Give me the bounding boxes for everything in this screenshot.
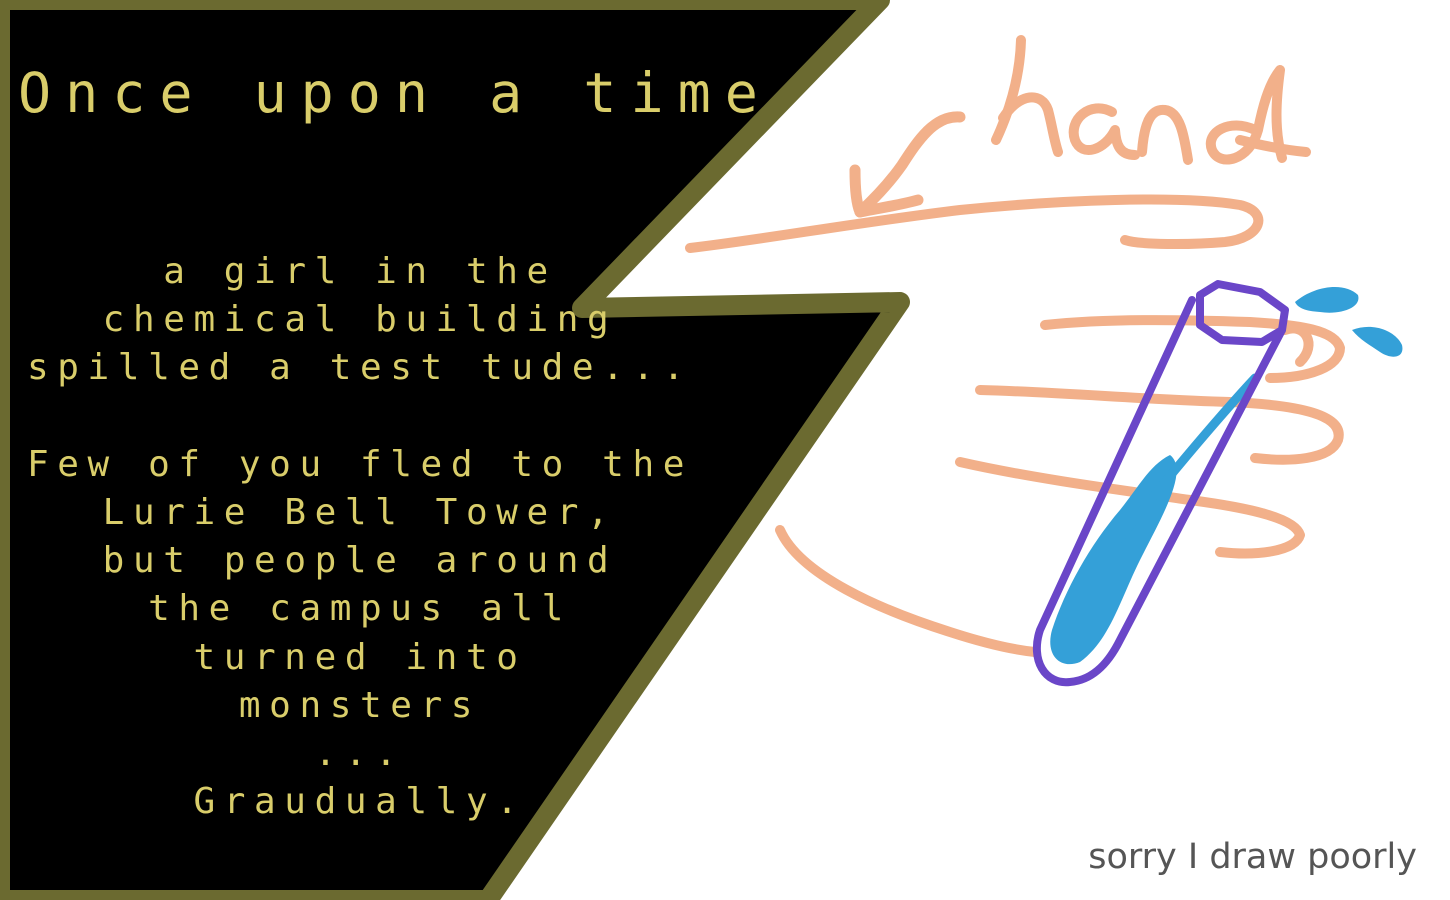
story-line (0, 393, 720, 441)
story-line: Lurie Bell Tower, (102, 492, 618, 534)
story-line: but people around (102, 540, 618, 582)
story-text: a girl in the chemical building spilled a … (0, 248, 720, 826)
hand-label-lettering (991, 35, 1311, 165)
tube-opening (1196, 280, 1289, 346)
story-title: Once upon a time (18, 61, 772, 125)
story-line: spilled a test tude... (26, 347, 694, 389)
arrow-left-icon (849, 111, 966, 218)
story-line: turned into (193, 636, 527, 678)
story-line: Few of you fled to the (26, 443, 694, 485)
footer-note: sorry I draw poorly (1088, 837, 1417, 877)
story-line: chemical building (102, 299, 618, 341)
story-line: ... (314, 733, 406, 775)
spilled-drop (1352, 326, 1403, 357)
story-line: the campus all (148, 588, 572, 630)
story-line: monsters (238, 684, 482, 726)
spilled-drop (1295, 286, 1359, 313)
story-line: Graudually. (193, 781, 527, 823)
story-line: a girl in the (163, 251, 557, 292)
story-screen: Once upon a time a girl in the chemical b… (0, 0, 1450, 900)
